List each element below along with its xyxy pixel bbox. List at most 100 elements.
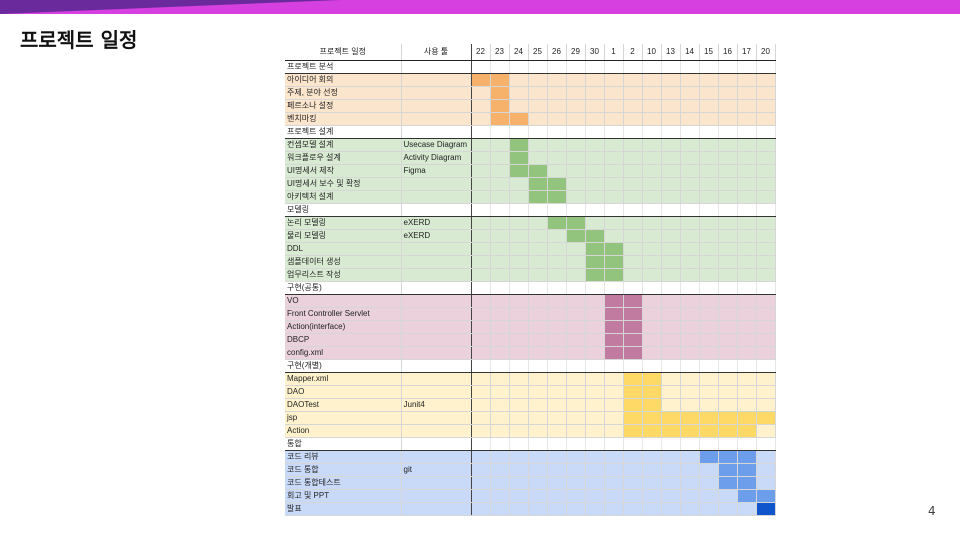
- day-cell: [699, 372, 719, 386]
- day-cell: [566, 112, 586, 126]
- task-tool: [401, 99, 472, 113]
- day-cell: [566, 177, 586, 191]
- day-cell: [680, 502, 700, 516]
- day-cell: [604, 112, 624, 126]
- header-tool-label: 사용 툴: [401, 44, 472, 61]
- day-cell: [661, 502, 681, 516]
- section-day-cell: [509, 203, 529, 217]
- day-cell: [699, 320, 719, 334]
- day-cell: [756, 372, 776, 386]
- day-cell: [604, 216, 624, 230]
- schedule-bar-cell: [737, 489, 757, 503]
- task-label: 컨셉모델 설계: [285, 138, 402, 152]
- day-cell: [528, 268, 548, 282]
- day-cell: [642, 229, 662, 243]
- day-cell: [623, 216, 643, 230]
- day-cell: [528, 138, 548, 152]
- day-cell: [566, 73, 586, 87]
- day-cell: [699, 346, 719, 360]
- day-cell: [680, 307, 700, 321]
- day-cell: [509, 346, 529, 360]
- day-cell: [756, 112, 776, 126]
- day-cell: [737, 138, 757, 152]
- day-cell: [737, 398, 757, 412]
- section-tool-cell: [401, 359, 472, 373]
- day-cell: [566, 138, 586, 152]
- section-row: 구현(개별): [285, 359, 776, 373]
- schedule-bar-cell: [680, 424, 700, 438]
- day-cell: [547, 385, 567, 399]
- day-cell: [623, 151, 643, 165]
- section-day-cell: [566, 437, 586, 451]
- day-cell: [471, 411, 491, 425]
- day-cell: [737, 112, 757, 126]
- schedule-bar-cell: [661, 411, 681, 425]
- day-cell: [737, 177, 757, 191]
- day-cell: [661, 372, 681, 386]
- day-cell: [718, 294, 738, 308]
- day-cell: [528, 255, 548, 269]
- day-cell: [585, 450, 605, 464]
- day-cell: [528, 151, 548, 165]
- task-row: 벤치마킹: [285, 112, 776, 126]
- day-cell: [509, 294, 529, 308]
- task-row: 아이디어 회의: [285, 73, 776, 87]
- day-cell: [528, 242, 548, 256]
- day-cell: [661, 190, 681, 204]
- schedule-bar-cell: [604, 268, 624, 282]
- day-cell: [471, 177, 491, 191]
- task-tool: [401, 502, 472, 516]
- day-cell: [471, 86, 491, 100]
- day-cell: [737, 294, 757, 308]
- day-cell: [661, 398, 681, 412]
- day-cell: [490, 398, 510, 412]
- day-cell: [547, 424, 567, 438]
- task-row: DDL: [285, 242, 776, 256]
- schedule-bar-cell: [547, 177, 567, 191]
- schedule-bar-cell: [642, 385, 662, 399]
- section-day-cell: [756, 125, 776, 139]
- schedule-bar-cell: [642, 398, 662, 412]
- header-day: 2: [623, 44, 643, 61]
- day-cell: [756, 268, 776, 282]
- section-day-cell: [623, 359, 643, 373]
- section-day-cell: [699, 281, 719, 295]
- day-cell: [547, 151, 567, 165]
- section-day-cell: [756, 60, 776, 74]
- day-cell: [566, 320, 586, 334]
- day-cell: [756, 242, 776, 256]
- day-cell: [737, 333, 757, 347]
- day-cell: [718, 268, 738, 282]
- task-row: config.xml: [285, 346, 776, 360]
- schedule-bar-cell: [490, 86, 510, 100]
- schedule-bar-cell: [623, 320, 643, 334]
- day-cell: [490, 489, 510, 503]
- day-cell: [604, 372, 624, 386]
- task-label: Action: [285, 424, 402, 438]
- day-cell: [661, 385, 681, 399]
- section-tool-cell: [401, 203, 472, 217]
- day-cell: [566, 268, 586, 282]
- day-cell: [471, 216, 491, 230]
- day-cell: [680, 372, 700, 386]
- day-cell: [490, 242, 510, 256]
- day-cell: [585, 398, 605, 412]
- section-day-cell: [756, 281, 776, 295]
- section-day-cell: [680, 281, 700, 295]
- day-cell: [528, 398, 548, 412]
- day-cell: [642, 346, 662, 360]
- section-tool-cell: [401, 437, 472, 451]
- day-cell: [585, 372, 605, 386]
- day-cell: [756, 385, 776, 399]
- schedule-bar-cell: [604, 320, 624, 334]
- section-day-cell: [699, 203, 719, 217]
- schedule-bar-cell: [585, 268, 605, 282]
- day-cell: [528, 476, 548, 490]
- day-cell: [756, 216, 776, 230]
- schedule-bar-cell: [604, 307, 624, 321]
- section-day-cell: [737, 125, 757, 139]
- day-cell: [699, 151, 719, 165]
- day-cell: [547, 138, 567, 152]
- day-cell: [585, 190, 605, 204]
- schedule-bar-cell: [509, 112, 529, 126]
